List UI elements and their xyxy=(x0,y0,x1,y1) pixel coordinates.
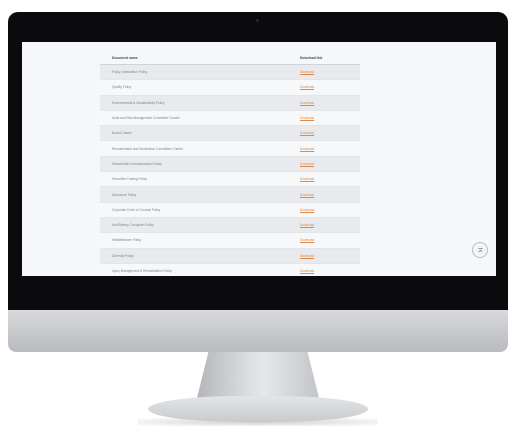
download-link[interactable]: Download xyxy=(300,147,314,151)
document-name-cell: Shareholder Communication Policy xyxy=(100,156,298,173)
download-link-cell: Download xyxy=(298,156,360,173)
document-name-cell: Corporate Code of Conduct Policy xyxy=(100,202,298,218)
download-link-cell: Download xyxy=(298,79,360,96)
table-row: Quality Policy Download xyxy=(100,79,360,96)
download-link[interactable]: Download xyxy=(300,269,314,273)
document-name-cell: Remuneration and Nomination Committee Ch… xyxy=(100,140,298,157)
download-link-cell: Download xyxy=(298,171,360,188)
monitor-chin xyxy=(8,310,508,352)
table-row: Disclosure Policy Download xyxy=(100,186,360,203)
screen: Document name Download link Policy, Ambu… xyxy=(22,42,496,276)
download-link-cell: Download xyxy=(298,125,360,142)
header-document-name: Document name xyxy=(100,52,298,65)
download-link[interactable]: Download xyxy=(300,162,314,166)
scroll-to-top-button[interactable] xyxy=(472,242,488,258)
monitor-stand-foot xyxy=(148,396,368,422)
download-link[interactable]: Download xyxy=(300,131,314,135)
header-download-link: Download link xyxy=(298,52,360,65)
document-name-cell: Anti-Bribery Corruption Policy xyxy=(100,217,298,234)
document-name-cell: Injury Management & Rehabilitation Polic… xyxy=(100,263,298,276)
chevron-up-icon xyxy=(477,247,483,252)
monitor-stand-neck xyxy=(196,352,320,402)
document-name-cell: Securities Trading Policy xyxy=(100,171,298,188)
table-row: Policy, Ambulation Policy Download xyxy=(100,64,360,81)
download-link-cell: Download xyxy=(298,64,360,81)
document-name-cell: Whistleblower Policy xyxy=(100,232,298,249)
table-row: Whistleblower Policy Download xyxy=(100,232,360,249)
document-name-cell: Policy, Ambulation Policy xyxy=(100,64,298,81)
download-link[interactable]: Download xyxy=(300,101,314,105)
download-link[interactable]: Download xyxy=(300,193,314,197)
download-link-cell: Download xyxy=(298,140,360,157)
document-name-cell: Disclosure Policy xyxy=(100,186,298,203)
download-link[interactable]: Download xyxy=(300,70,314,74)
table-row: Environmental & Sustainability Policy Dow… xyxy=(100,95,360,111)
download-link-cell: Download xyxy=(298,217,360,234)
table-row: Remuneration and Nomination Committee Ch… xyxy=(100,140,360,157)
table-row: Anti-Bribery Corruption Policy Download xyxy=(100,217,360,234)
download-link-cell: Download xyxy=(298,248,360,264)
download-link[interactable]: Download xyxy=(300,85,314,89)
document-name-cell: Diversity Policy xyxy=(100,248,298,264)
document-name-cell: Environmental & Sustainability Policy xyxy=(100,95,298,111)
camera-dot xyxy=(256,19,259,22)
monitor-bezel xyxy=(22,276,496,310)
documents-table: Document name Download link Policy, Ambu… xyxy=(100,52,360,276)
table-row: Audit and Risk Management Committee Char… xyxy=(100,110,360,127)
download-link[interactable]: Download xyxy=(300,116,314,120)
download-link[interactable]: Download xyxy=(300,254,314,258)
download-link[interactable]: Download xyxy=(300,208,314,212)
download-link[interactable]: Download xyxy=(300,177,314,181)
table-row: Shareholder Communication Policy Download xyxy=(100,156,360,173)
documents-table-container: Document name Download link Policy, Ambu… xyxy=(100,52,360,276)
download-link-cell: Download xyxy=(298,186,360,203)
document-name-cell: Audit and Risk Management Committee Char… xyxy=(100,110,298,127)
table-row: Corporate Code of Conduct Policy Download xyxy=(100,202,360,218)
document-name-cell: Board Charter xyxy=(100,125,298,142)
download-link-cell: Download xyxy=(298,95,360,111)
download-link[interactable]: Download xyxy=(300,238,314,242)
table-row: Securities Trading Policy Download xyxy=(100,171,360,188)
table-row: Injury Management & Rehabilitation Polic… xyxy=(100,263,360,276)
download-link-cell: Download xyxy=(298,110,360,127)
download-link[interactable]: Download xyxy=(300,223,314,227)
table-row: Board Charter Download xyxy=(100,125,360,142)
table-header-row: Document name Download link xyxy=(100,52,360,65)
download-link-cell: Download xyxy=(298,202,360,218)
document-name-cell: Quality Policy xyxy=(100,79,298,96)
download-link-cell: Download xyxy=(298,263,360,276)
table-row: Diversity Policy Download xyxy=(100,248,360,264)
download-link-cell: Download xyxy=(298,232,360,249)
